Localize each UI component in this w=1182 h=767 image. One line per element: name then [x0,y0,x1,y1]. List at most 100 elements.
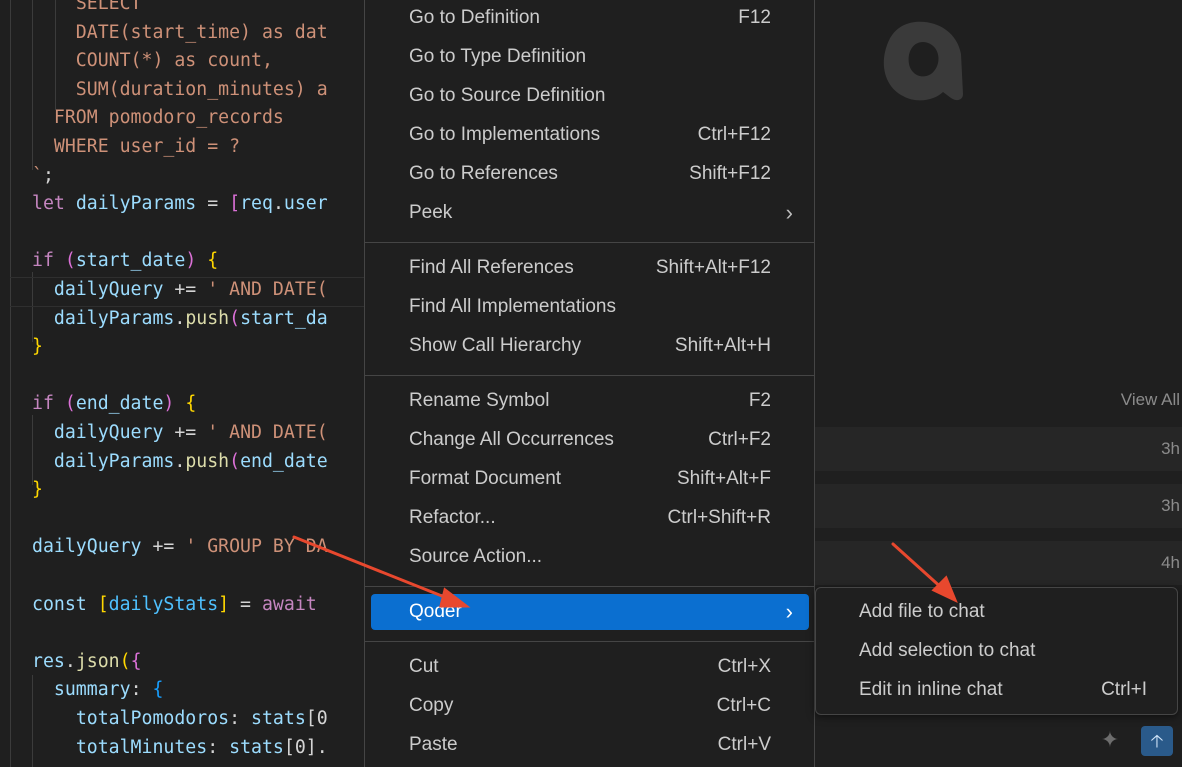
code-token: await [261,593,317,615]
sparkle-icon[interactable]: ✦ [1097,727,1123,753]
menu-item-label: Paste [409,734,458,755]
menu-item-find-all-implementations[interactable]: Find All Implementations [371,289,809,325]
code-token: [0 [305,708,328,729]
history-time: 4h [1161,553,1180,572]
menu-item-go-to-source-definition[interactable]: Go to Source Definition [371,78,809,114]
code-token: json [75,650,120,672]
menu-item-go-to-type-definition[interactable]: Go to Type Definition [371,39,809,75]
send-arrow-up-icon[interactable]: 🡡 [1141,726,1173,756]
menu-item-paste[interactable]: Paste Ctrl+V [371,727,809,763]
menu-item-refactor[interactable]: Refactor... Ctrl+Shift+R [371,500,809,536]
submenu-item-add-selection-to-chat[interactable]: Add selection to chat [820,633,1173,669]
code-token: . [64,650,76,672]
code-line: `; [32,162,54,190]
code-token: dailyParams [75,193,197,215]
menu-item-shortcut: Ctrl+X [717,656,771,677]
code-token: dailyQuery [53,279,164,300]
menu-item-label: Find All Implementations [409,296,616,317]
code-token: user [283,193,328,215]
menu-separator [365,242,814,243]
code-token: end_date [240,450,328,472]
view-all-link[interactable]: View All [1121,390,1180,410]
menu-item-copy[interactable]: Copy Ctrl+C [371,688,809,724]
menu-item-shortcut: Ctrl+C [716,695,771,716]
menu-item-go-to-implementations[interactable]: Go to Implementations Ctrl+F12 [371,117,809,153]
menu-item-rename-symbol[interactable]: Rename Symbol F2 [371,383,809,419]
code-token: push [185,307,230,329]
history-item[interactable]: 3h [815,427,1182,471]
code-token: start_da [240,307,328,329]
code-line: SUM(duration_minutes) a [32,76,328,104]
menu-item-go-to-definition[interactable]: Go to Definition F12 [371,0,809,36]
code-token: ( [229,307,241,329]
code-token: += [141,536,186,558]
code-editor[interactable]: SELECT DATE(start_time) as dat COUNT(*) … [0,0,364,767]
code-line: WHERE user_id = ? [32,133,240,161]
code-token: . [174,307,186,329]
code-line: COUNT(*) as count, [32,47,273,75]
code-token: dailyStats [108,593,219,615]
menu-item-find-all-references[interactable]: Find All References Shift+Alt+F12 [371,250,809,286]
menu-item-label: Find All References [409,257,574,278]
code-token: stats [251,708,306,729]
submenu-item-label: Add file to chat [859,601,985,622]
menu-item-cut[interactable]: Cut Ctrl+X [371,649,809,685]
code-token: SUM(duration_minutes) a [32,78,328,100]
submenu-item-add-file-to-chat[interactable]: Add file to chat [820,594,1173,630]
code-line: res.json({ [32,648,142,676]
qoder-logo-icon [883,21,963,101]
menu-item-peek[interactable]: Peek › [371,195,809,231]
menu-item-shortcut: Ctrl+V [717,734,771,755]
menu-item-qoder[interactable]: Qoder › [371,594,809,630]
menu-item-label: Copy [409,695,454,716]
code-token: . [272,193,284,215]
menu-item-show-call-hierarchy[interactable]: Show Call Hierarchy Shift+Alt+H [371,328,809,364]
code-token: ` [32,164,43,186]
code-token: [ [229,193,241,215]
code-token: if [32,393,54,415]
menu-item-label: Source Action... [409,546,543,567]
history-time: 3h [1161,496,1180,515]
code-token: ' AND DATE( [207,422,328,443]
menu-item-label: Cut [409,656,439,677]
menu-item-label: Qoder [409,601,462,622]
menu-item-label: Refactor... [409,507,496,528]
history-item[interactable]: 3h [815,484,1182,528]
menu-item-source-action[interactable]: Source Action... [371,539,809,575]
menu-item-shortcut: Shift+Alt+F12 [655,257,771,278]
menu-item-label: Go to References [409,163,558,184]
code-token: ' GROUP BY DA [185,536,328,558]
code-token: SELECT [75,0,142,14]
code-line: } [32,333,43,361]
code-line: SELECT [32,0,152,18]
history-time: 3h [1161,439,1180,458]
code-token: push [185,450,230,472]
menu-item-shortcut: F12 [738,7,771,28]
menu-item-go-to-references[interactable]: Go to References Shift+F12 [371,156,809,192]
submenu-item-edit-in-inline-chat[interactable]: Edit in inline chat Ctrl+I [820,672,1173,708]
menu-item-format-document[interactable]: Format Document Shift+Alt+F [371,461,809,497]
chevron-right-icon: › [785,200,793,225]
code-token: = [229,593,262,615]
code-token: dailyQuery [32,536,142,558]
menu-item-label: Show Call Hierarchy [409,335,582,356]
code-token: COUNT(*) as count, [32,50,273,72]
menu-item-shortcut: Shift+Alt+F [677,468,771,489]
code-token: dailyParams [53,450,175,472]
menu-item-shortcut: Ctrl+F12 [697,124,771,145]
code-token: { [130,650,142,672]
menu-item-label: Go to Definition [409,7,540,28]
code-token: . [174,450,186,472]
submenu-item-label: Edit in inline chat [859,679,1003,700]
code-line: FROM pomodoro_records [32,104,284,132]
menu-item-label: Rename Symbol [409,390,550,411]
history-item[interactable]: 4h [815,541,1182,585]
menu-item-change-all-occurrences[interactable]: Change All Occurrences Ctrl+F2 [371,422,809,458]
